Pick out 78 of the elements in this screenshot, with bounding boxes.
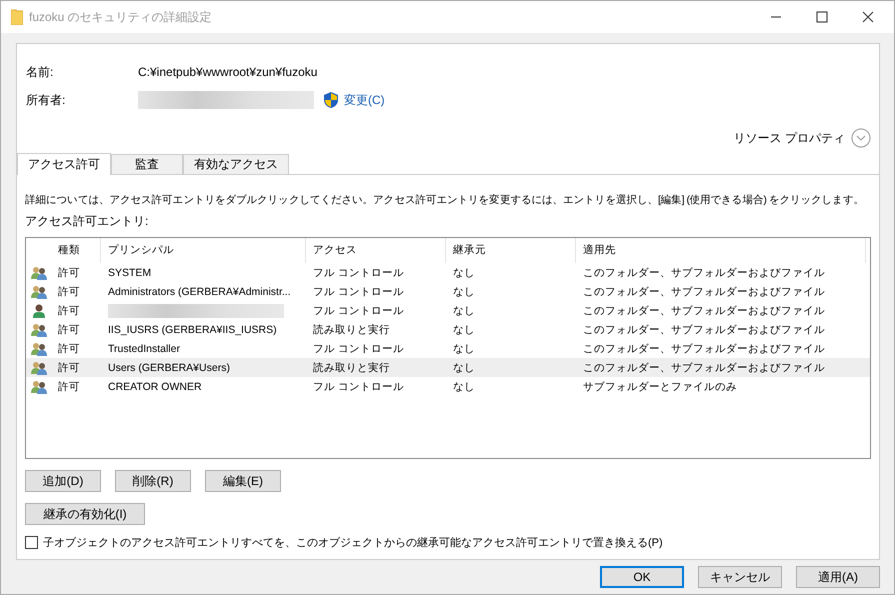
table-cell-text: CREATOR OWNER — [107, 380, 203, 392]
expand-icon[interactable] — [851, 128, 871, 148]
permission-row[interactable]: 許可 SYSTEM フル コントロール なし このフォルダー、サブフォルダーおよびファイル — [26, 263, 870, 282]
table-cell-text: Users (GERBERA¥Users) — [107, 362, 231, 374]
user-icon — [32, 304, 44, 318]
table-cell-text: 許可 — [57, 342, 81, 356]
instructions-text: 詳細については、アクセス許可エントリをダブルクリックしてください。アクセス許可エントリを変更するには、エントリを選択し、[編集] (使用できる場合) をクリックします。 — [25, 193, 864, 207]
entry-button[interactable]: 編集(E) — [205, 470, 281, 492]
tab[interactable]: アクセス許可 — [17, 153, 111, 175]
entries-label: アクセス許可エントリ: — [25, 213, 150, 230]
table-cell-text: IIS_IUSRS (GERBERA¥IIS_IUSRS) — [107, 324, 278, 336]
tab[interactable]: 有効なアクセス — [183, 154, 289, 174]
table-cell-text: このフォルダー、サブフォルダーおよびファイル — [582, 266, 826, 280]
dialog-button[interactable]: 適用(A) — [796, 566, 880, 588]
permission-row[interactable]: 許可 TrustedInstaller フル コントロール なし このフォルダー、サブフォルダーおよびファイル — [26, 339, 870, 358]
permission-row[interactable]: 許可 IIS_IUSRS (GERBERA¥IIS_IUSRS) 読み取りと実行 なし このフォルダー、サブフォルダーおよびファイル — [26, 320, 870, 339]
table-cell-text: 許可 — [57, 266, 81, 280]
column-header[interactable]: 種類 — [51, 238, 101, 263]
folder-icon — [11, 9, 23, 25]
name-label: 名前: — [26, 64, 54, 80]
path-text: C:¥inetpub¥wwwroot¥zun¥fuzoku — [138, 65, 318, 79]
table-cell-text: なし — [452, 360, 476, 374]
table-cell-text: このフォルダー、サブフォルダーおよびファイル — [582, 360, 826, 374]
table-cell-text: フル コントロール — [312, 380, 405, 394]
table-cell-text: なし — [452, 322, 476, 336]
table-cell-text: サブフォルダーとファイルのみ — [582, 380, 738, 394]
table-cell-text: 許可 — [57, 284, 81, 298]
change-link[interactable]: 変更(C) — [344, 92, 385, 108]
permission-row[interactable]: 許可 Users (GERBERA¥Users) 読み取りと実行 なし このフォルダー、サブフォルダーおよびファイル — [26, 358, 870, 377]
table-cell-text: このフォルダー、サブフォルダーおよびファイル — [582, 304, 826, 318]
table-cell-text: TrustedInstaller — [107, 342, 181, 354]
tab[interactable]: 監査 — [111, 154, 183, 174]
checkbox[interactable] — [25, 536, 38, 549]
table-cell-text: このフォルダー、サブフォルダーおよびファイル — [582, 342, 826, 356]
permission-row[interactable]: 許可 フル コントロール なし このフォルダー、サブフォルダーおよびファイル — [26, 301, 870, 320]
maximize-icon[interactable] — [816, 11, 828, 23]
table-cell-text: SYSTEM — [107, 266, 152, 278]
owner-label: 所有者: — [26, 92, 66, 108]
table-cell-text: このフォルダー、サブフォルダーおよびファイル — [582, 322, 826, 336]
users-icon — [30, 284, 46, 298]
users-icon — [30, 380, 46, 394]
table-cell-text: フル コントロール — [312, 266, 405, 280]
table-cell-text: なし — [452, 266, 476, 280]
table-cell-text: フル コントロール — [312, 284, 405, 298]
dialog-button[interactable]: OK — [600, 566, 684, 588]
table-cell-text: 読み取りと実行 — [312, 322, 391, 336]
table-cell-text: 読み取りと実行 — [312, 360, 391, 374]
column-header[interactable]: アクセス — [306, 238, 446, 263]
table-cell-text: 許可 — [57, 304, 81, 318]
permission-row[interactable]: 許可 CREATOR OWNER フル コントロール なし サブフォルダーとファイルのみ — [26, 377, 870, 396]
table-cell-text: なし — [452, 284, 476, 298]
table-cell-text: このフォルダー、サブフォルダーおよびファイル — [582, 284, 826, 298]
column-header[interactable]: 継承元 — [446, 238, 576, 263]
table-cell-text: 許可 — [57, 380, 81, 394]
users-icon — [30, 360, 46, 374]
table-cell-text: 許可 — [57, 322, 81, 336]
window-title: fuzoku のセキュリティの詳細設定 — [29, 8, 212, 26]
shield-icon — [324, 92, 338, 108]
enable-inheritance-button[interactable]: 継承の有効化(I) — [25, 503, 145, 525]
users-icon — [30, 266, 46, 280]
table-cell-text: なし — [452, 342, 476, 356]
table-cell-text: フル コントロール — [312, 342, 405, 356]
users-icon — [30, 342, 46, 356]
entry-button[interactable]: 削除(R) — [115, 470, 191, 492]
column-header[interactable]: 適用先 — [576, 238, 866, 263]
table-cell-text: なし — [452, 380, 476, 394]
dialog-button[interactable]: キャンセル — [698, 566, 782, 588]
table-cell-text: フル コントロール — [312, 304, 405, 318]
resource-properties-label: リソース プロパティ — [734, 130, 845, 146]
permission-row[interactable]: 許可 Administrators (GERBERA¥Administr... フル コントロール なし このフォルダー、サブフォルダーおよびファイル — [26, 282, 870, 301]
table-cell-text: 許可 — [57, 360, 81, 374]
column-header[interactable]: プリンシパル — [101, 238, 306, 263]
entry-button[interactable]: 追加(D) — [25, 470, 101, 492]
users-icon — [30, 322, 46, 336]
table-cell-text: Administrators (GERBERA¥Administr... — [107, 286, 292, 298]
table-cell-text: なし — [452, 304, 476, 318]
close-icon[interactable] — [862, 11, 874, 23]
checkbox-label: 子オブジェクトのアクセス許可エントリすべてを、このオブジェクトからの継承可能なアクセス許可エントリで置き換える(P) — [43, 536, 663, 550]
